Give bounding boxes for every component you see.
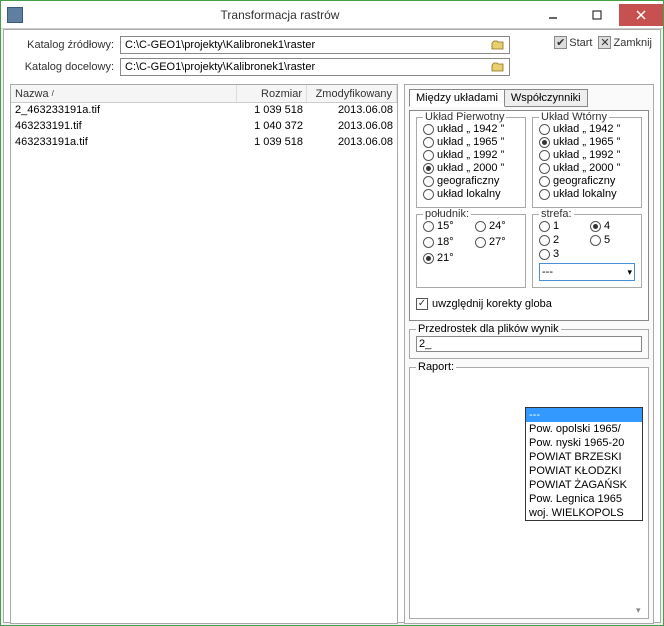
browse-target-button[interactable] xyxy=(489,60,507,74)
scroll-indicator-icon: ▾ xyxy=(636,605,646,616)
maximize-button[interactable] xyxy=(575,4,619,26)
radio-zone-2[interactable]: 2 xyxy=(539,234,584,246)
close-dialog-button[interactable]: ✕ Zamknij xyxy=(598,36,652,49)
checkbox-icon xyxy=(416,298,428,310)
radio-meridian-27[interactable]: 27° xyxy=(475,236,519,248)
output-prefix-group: Przedrostek dla plików wynik xyxy=(409,329,649,359)
browse-source-button[interactable] xyxy=(489,38,507,52)
window-title: Transformacja rastrów xyxy=(29,8,531,22)
target-dir-input-wrap xyxy=(120,58,510,76)
zone-legend: strefa: xyxy=(539,208,574,220)
folder-open-icon xyxy=(491,39,505,51)
app-window: Transformacja rastrów ✔ Start ✕ Zamknij … xyxy=(0,0,664,626)
start-label: Start xyxy=(569,37,592,49)
zone-correction-value: --- xyxy=(542,266,553,278)
close-label: Zamknij xyxy=(613,37,652,49)
list-item[interactable]: 2_463233191a.tif 1 039 518 2013.06.08 xyxy=(11,103,397,119)
radio-primary-1942[interactable]: układ „ 1942 ” xyxy=(423,123,519,135)
source-dir-input[interactable] xyxy=(123,38,489,52)
zone-group: strefa: 1 4 2 5 3 --- ▾ xyxy=(532,214,642,288)
title-bar[interactable]: Transformacja rastrów xyxy=(1,1,663,29)
radio-secondary-1992[interactable]: układ „ 1992 ” xyxy=(539,149,635,161)
zone-correction-dropdown-list[interactable]: --- Pow. opolski 1965/ Pow. nyski 1965-2… xyxy=(525,407,643,521)
radio-zone-5[interactable]: 5 xyxy=(590,234,635,246)
output-prefix-input[interactable] xyxy=(416,336,642,352)
radio-zone-4[interactable]: 4 xyxy=(590,220,635,232)
radio-primary-local[interactable]: układ lokalny xyxy=(423,188,519,200)
radio-secondary-geo[interactable]: geograficzny xyxy=(539,175,635,187)
radio-secondary-1965[interactable]: układ „ 1965 ” xyxy=(539,136,635,148)
start-button[interactable]: ✔ Start xyxy=(554,36,592,49)
close-window-button[interactable] xyxy=(619,4,663,26)
list-item[interactable]: 463233191.tif 1 040 372 2013.06.08 xyxy=(11,119,397,135)
dropdown-item[interactable]: Pow. Legnica 1965 xyxy=(526,492,642,506)
secondary-legend: Układ Wtórny xyxy=(539,111,609,123)
dropdown-item[interactable]: Pow. nyski 1965-20 xyxy=(526,436,642,450)
radio-meridian-21[interactable]: 21° xyxy=(423,252,467,264)
radio-primary-2000[interactable]: układ „ 2000 ” xyxy=(423,162,519,174)
list-item[interactable]: 463233191a.tif 1 039 518 2013.06.08 xyxy=(11,135,397,151)
folder-open-icon xyxy=(491,61,505,73)
check-icon: ✔ xyxy=(554,36,567,49)
radio-zone-3[interactable]: 3 xyxy=(539,248,584,260)
radio-primary-geo[interactable]: geograficzny xyxy=(423,175,519,187)
close-icon: ✕ xyxy=(598,36,611,49)
primary-legend: Układ Pierwotny xyxy=(423,111,506,123)
radio-zone-1[interactable]: 1 xyxy=(539,220,584,232)
radio-secondary-1942[interactable]: układ „ 1942 ” xyxy=(539,123,635,135)
minimize-button[interactable] xyxy=(531,4,575,26)
content-pane: ✔ Start ✕ Zamknij Katalog źródłowy: Kata… xyxy=(3,29,661,623)
radio-meridian-15[interactable]: 15° xyxy=(423,220,467,232)
radio-meridian-24[interactable]: 24° xyxy=(475,220,519,232)
col-date[interactable]: Zmodyfikowany xyxy=(307,85,397,102)
dropdown-item[interactable]: POWIAT KŁODZKI xyxy=(526,464,642,478)
radio-secondary-local[interactable]: układ lokalny xyxy=(539,188,635,200)
secondary-system-group: Układ Wtórny układ „ 1942 ” układ „ 1965… xyxy=(532,117,642,208)
radio-primary-1965[interactable]: układ „ 1965 ” xyxy=(423,136,519,148)
report-legend: Raport: xyxy=(416,361,456,373)
dropdown-item[interactable]: Pow. opolski 1965/ xyxy=(526,422,642,436)
primary-system-group: Układ Pierwotny układ „ 1942 ” układ „ 1… xyxy=(416,117,526,208)
dropdown-item[interactable]: POWIAT BRZESKI xyxy=(526,450,642,464)
dropdown-item[interactable]: POWIAT ŻAGAŃSK xyxy=(526,478,642,492)
dropdown-item[interactable]: --- xyxy=(526,408,642,422)
transform-panel: Między układami Współczynniki Układ Pier… xyxy=(404,84,654,624)
tab-body: Układ Pierwotny układ „ 1942 ” układ „ 1… xyxy=(409,110,649,321)
chevron-down-icon: ▾ xyxy=(627,267,632,278)
radio-secondary-2000[interactable]: układ „ 2000 ” xyxy=(539,162,635,174)
sort-indicator-icon: / xyxy=(52,89,54,98)
tab-between-systems[interactable]: Między układami xyxy=(409,89,505,107)
col-name[interactable]: Nazwa/ xyxy=(11,85,237,102)
source-dir-label: Katalog źródłowy: xyxy=(10,39,120,51)
target-dir-input[interactable] xyxy=(123,60,489,74)
global-corrections-checkbox[interactable]: uwzględnij korekty globa xyxy=(416,298,642,310)
global-corrections-label: uwzględnij korekty globa xyxy=(432,298,552,310)
meridian-group: południk: 15° 24° 18° 27° 21° xyxy=(416,214,526,288)
radio-meridian-18[interactable]: 18° xyxy=(423,236,467,248)
source-dir-input-wrap xyxy=(120,36,510,54)
target-dir-label: Katalog docelowy: xyxy=(10,61,120,73)
tab-coefficients[interactable]: Współczynniki xyxy=(504,89,588,107)
col-size[interactable]: Rozmiar xyxy=(237,85,307,102)
dropdown-item[interactable]: woj. WIELKOPOLS xyxy=(526,506,642,520)
radio-primary-1992[interactable]: układ „ 1992 ” xyxy=(423,149,519,161)
prefix-legend: Przedrostek dla plików wynik xyxy=(416,323,561,335)
file-list[interactable]: Nazwa/ Rozmiar Zmodyfikowany 2_463233191… xyxy=(10,84,398,624)
app-icon xyxy=(7,7,23,23)
meridian-legend: południk: xyxy=(423,208,471,220)
zone-correction-select[interactable]: --- ▾ xyxy=(539,263,635,281)
file-list-header: Nazwa/ Rozmiar Zmodyfikowany xyxy=(11,85,397,103)
